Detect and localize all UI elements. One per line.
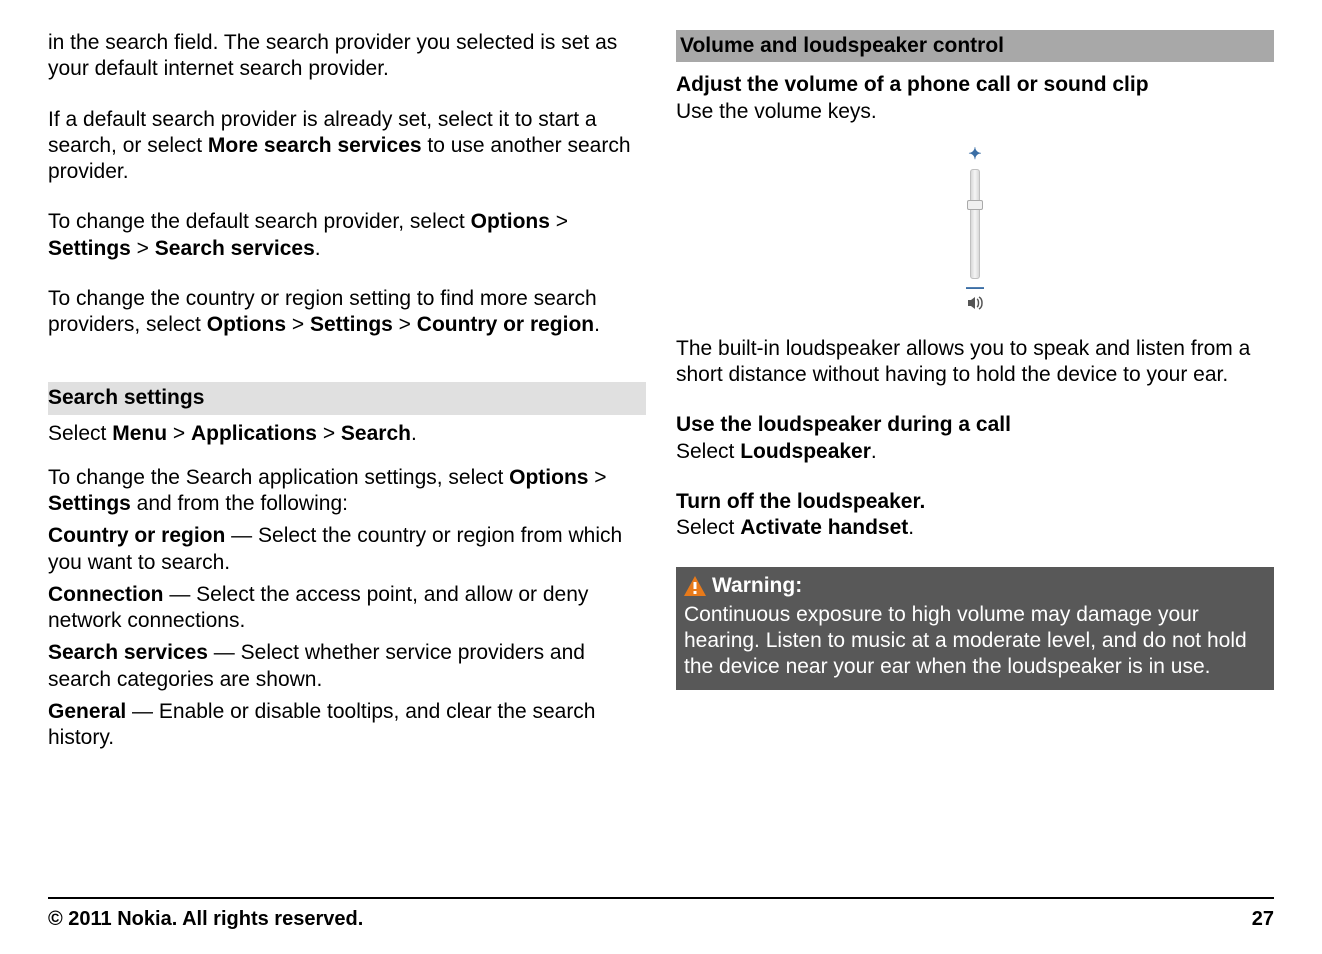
copyright-text: © 2011 Nokia. All rights reserved. — [48, 907, 363, 932]
bold-text: Search — [341, 422, 411, 445]
text: Select — [676, 516, 740, 539]
section-header-volume: Volume and loudspeaker control — [676, 30, 1274, 62]
list-item: Connection — Select the access point, an… — [48, 582, 646, 635]
sub-heading: Use the loudspeaker during a call — [676, 412, 1274, 438]
sub-heading: Turn off the loudspeaker. — [676, 489, 1274, 515]
warning-title-row: Warning: — [684, 573, 1266, 599]
paragraph: in the search field. The search provider… — [48, 30, 646, 83]
list-item: General — Enable or disable tooltips, an… — [48, 699, 646, 752]
text: . — [594, 313, 600, 336]
paragraph: Use the volume keys. — [676, 99, 1274, 125]
paragraph: The built-in loudspeaker allows you to s… — [676, 336, 1274, 389]
bold-text: Options — [471, 210, 550, 233]
bold-text: Settings — [48, 237, 131, 260]
bold-text: Menu — [112, 422, 167, 445]
bold-text: General — [48, 700, 126, 723]
slider-thumb — [967, 200, 983, 210]
bold-text: Options — [207, 313, 286, 336]
left-column: in the search field. The search provider… — [48, 30, 646, 860]
list-item: Country or region — Select the country o… — [48, 523, 646, 576]
paragraph: If a default search provider is already … — [48, 107, 646, 186]
text: and from the following: — [131, 492, 348, 515]
text: > — [393, 313, 417, 336]
text: > — [286, 313, 310, 336]
warning-box: Warning: Continuous exposure to high vol… — [676, 567, 1274, 690]
bold-text: More search services — [208, 134, 422, 157]
text: > — [167, 422, 191, 445]
page-content: in the search field. The search provider… — [48, 30, 1274, 860]
paragraph: Select Menu > Applications > Search. — [48, 421, 646, 447]
paragraph: To change the default search provider, s… — [48, 209, 646, 262]
right-column: Volume and loudspeaker control Adjust th… — [676, 30, 1274, 860]
text: To change the Search application setting… — [48, 466, 509, 489]
bold-text: Search services — [155, 237, 315, 260]
sub-heading: Adjust the volume of a phone call or sou… — [676, 72, 1274, 98]
text: . — [871, 440, 877, 463]
text: To change the default search provider, s… — [48, 210, 471, 233]
text: . — [411, 422, 417, 445]
volume-slider-illustration: ✦ — — [676, 145, 1274, 310]
page-footer: © 2011 Nokia. All rights reserved. 27 — [48, 897, 1274, 932]
paragraph: To change the country or region setting … — [48, 286, 646, 339]
text: Select — [676, 440, 740, 463]
bold-text: Settings — [310, 313, 393, 336]
text: . — [315, 237, 321, 260]
bold-text: Search services — [48, 641, 208, 664]
bold-text: Applications — [191, 422, 317, 445]
list-item: Search services — Select whether service… — [48, 640, 646, 693]
page-number: 27 — [1252, 907, 1274, 932]
paragraph: Select Activate handset. — [676, 515, 1274, 541]
warning-icon — [684, 576, 706, 596]
text: Select — [48, 422, 112, 445]
paragraph: Select Loudspeaker. — [676, 439, 1274, 465]
bold-text: Options — [509, 466, 588, 489]
text: > — [317, 422, 341, 445]
text: . — [908, 516, 914, 539]
text: > — [550, 210, 568, 233]
section-header-search-settings: Search settings — [48, 382, 646, 414]
paragraph: To change the Search application setting… — [48, 465, 646, 518]
bold-text: Connection — [48, 583, 164, 606]
bold-text: Loudspeaker — [740, 440, 871, 463]
bold-text: Settings — [48, 492, 131, 515]
bold-text: Country or region — [48, 524, 225, 547]
warning-text: Continuous exposure to high volume may d… — [684, 602, 1266, 681]
bold-text: Activate handset — [740, 516, 908, 539]
minus-icon: — — [966, 283, 984, 292]
slider-track — [970, 169, 980, 279]
plus-icon: ✦ — [968, 145, 981, 165]
bold-text: Country or region — [417, 313, 594, 336]
speaker-icon — [967, 296, 983, 310]
text: — Enable or disable tooltips, and clear … — [48, 700, 596, 749]
text: > — [588, 466, 606, 489]
warning-label: Warning: — [712, 573, 802, 599]
text: > — [131, 237, 155, 260]
